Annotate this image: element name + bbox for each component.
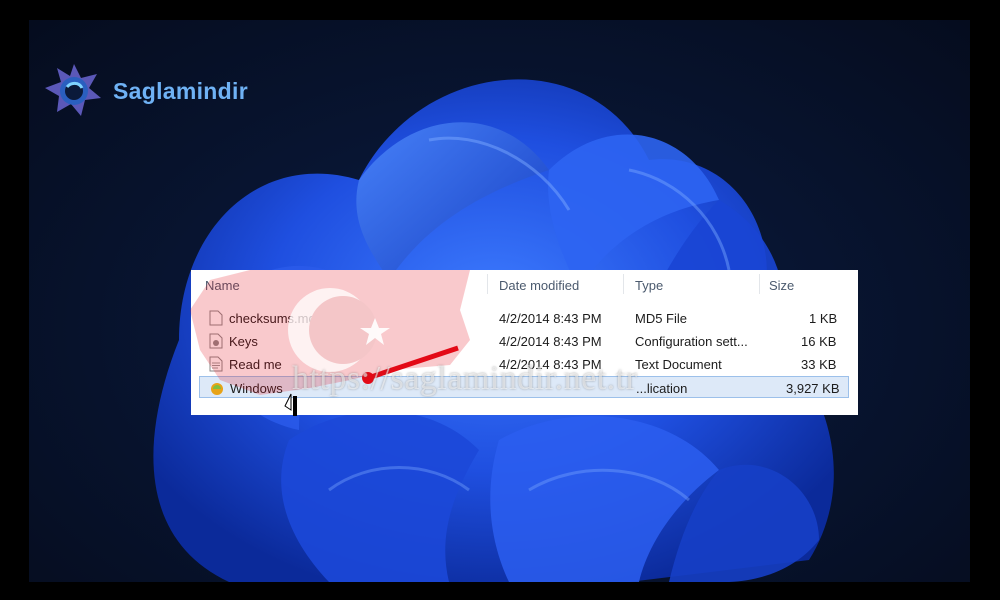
config-file-icon: [209, 333, 223, 349]
file-row-checksums[interactable]: checksums.md5 4/2/2014 8:43 PM MD5 File …: [199, 307, 849, 329]
column-divider[interactable]: [759, 274, 760, 294]
file-icon: [209, 310, 223, 326]
brand-logo-icon: [45, 64, 101, 116]
saglamindir-logo: Saglamindir: [43, 60, 248, 122]
file-size: 1 KB: [809, 311, 838, 326]
text-file-icon: [209, 356, 223, 372]
application-icon: [211, 383, 223, 395]
column-divider[interactable]: [487, 274, 488, 294]
brand-name: Saglamindir: [113, 77, 248, 104]
website-watermark: https://saglamindir.net.tr: [292, 360, 638, 397]
file-name: Read me: [229, 357, 282, 372]
file-type: ...lication: [636, 381, 688, 396]
file-row-keys[interactable]: Keys 4/2/2014 8:43 PM Configuration sett…: [199, 330, 849, 352]
file-size: 16 KB: [801, 334, 837, 349]
column-header-type[interactable]: Type: [635, 278, 663, 293]
column-header-size[interactable]: Size: [769, 278, 794, 293]
file-name: Keys: [229, 334, 258, 349]
mouse-pointer-icon: [284, 393, 297, 416]
file-type: Configuration sett...: [635, 334, 748, 349]
column-divider[interactable]: [623, 274, 624, 294]
column-header-date-modified[interactable]: Date modified: [499, 278, 579, 293]
file-name: Windows: [230, 381, 283, 396]
file-date: 4/2/2014 8:43 PM: [499, 311, 602, 326]
file-type: MD5 File: [635, 311, 688, 326]
file-type: Text Document: [635, 357, 722, 372]
file-date: 4/2/2014 8:43 PM: [499, 334, 602, 349]
file-size: 3,927 KB: [786, 381, 840, 396]
file-size: 33 KB: [801, 357, 837, 372]
file-name: checksums.md5: [229, 311, 323, 326]
column-header-name[interactable]: Name: [205, 278, 240, 293]
